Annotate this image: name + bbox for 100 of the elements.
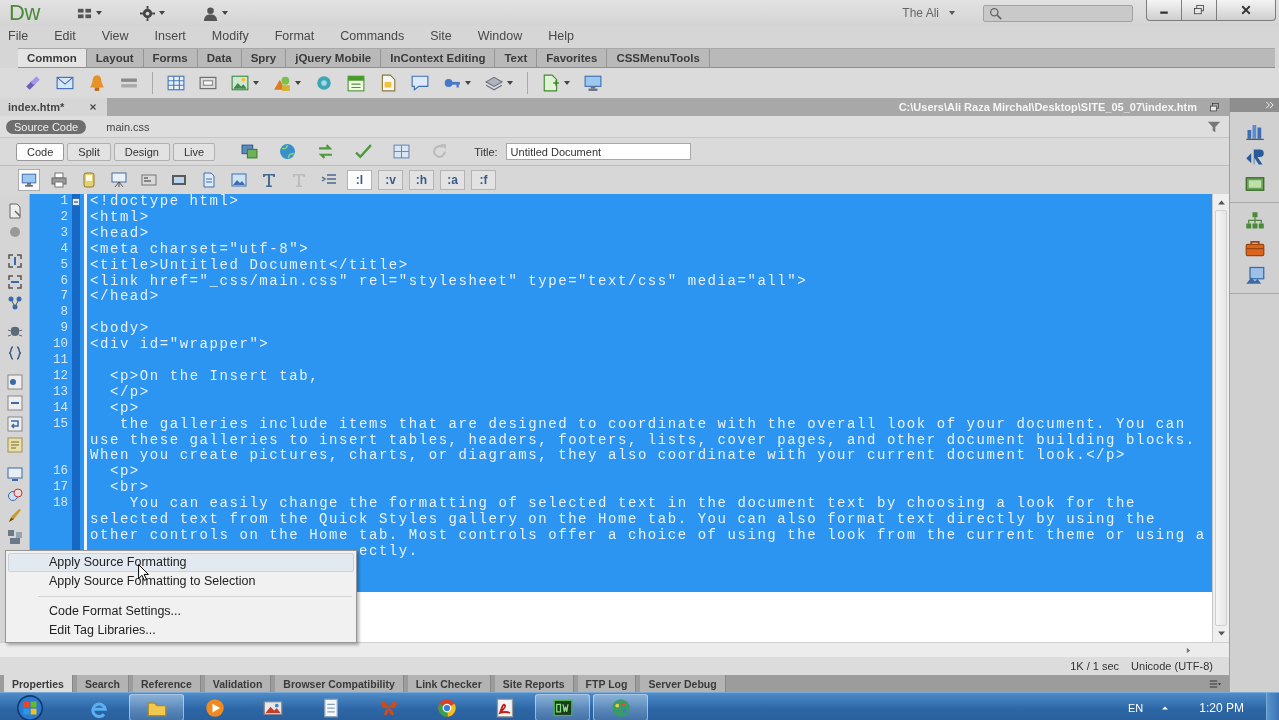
caret-icon[interactable] [564,81,570,85]
search-field[interactable] [983,4,1133,22]
title-field[interactable]: Untitled Document [505,143,691,160]
orb-icon[interactable] [17,694,43,720]
new-document-icon[interactable] [542,74,560,92]
bubbles-icon[interactable] [6,487,23,503]
insert-tab[interactable]: Spry [241,49,287,67]
collapse-icon[interactable] [6,253,23,269]
close-icon[interactable] [1240,4,1252,16]
picture-icon[interactable] [231,172,247,188]
pseudo-class-button[interactable]: :f [471,170,496,190]
close-button[interactable] [1216,0,1276,21]
printer-icon[interactable] [51,172,67,188]
menu-item[interactable]: Code Format Settings... [8,602,354,621]
braces-icon[interactable] [6,345,23,361]
insert-tab[interactable]: Forms [143,49,198,67]
minimize-button[interactable] [1146,0,1182,21]
picture-icon[interactable] [1244,265,1265,285]
table-icon[interactable] [167,74,185,92]
monitor-icon[interactable] [18,169,40,191]
expand-icon[interactable] [6,274,23,290]
view-button[interactable]: Design [113,142,170,161]
menu-item[interactable]: Apply Source Formatting [8,553,354,572]
restore-icon[interactable] [1193,4,1205,16]
bell-icon[interactable] [88,74,106,92]
device-icon[interactable] [81,172,97,188]
menu-item[interactable]: View [101,29,129,43]
palette-icon[interactable] [610,697,631,718]
arrow-letter-icon[interactable] [1244,147,1265,167]
insert-tab[interactable]: CSSMenuTools [607,49,710,67]
disc-icon[interactable] [315,74,333,92]
panel-tab[interactable]: Server Debug [640,675,726,692]
document-tab[interactable]: index.htm* [0,98,107,116]
scroll-right-icon[interactable] [1184,645,1193,655]
document-icon[interactable] [494,697,515,718]
caret-icon[interactable] [949,11,955,15]
panel-tab[interactable]: Search [76,675,129,692]
scroll-up-icon[interactable] [1215,197,1227,208]
nodes-icon[interactable] [6,295,23,311]
bug-icon[interactable] [6,324,23,340]
menu-item[interactable]: Window [477,29,523,43]
taskbar-button[interactable] [535,694,590,720]
arrows-icon[interactable] [317,143,335,160]
checkmark-icon[interactable] [355,143,373,160]
projector-screen-icon[interactable] [111,172,127,188]
pseudo-class-button[interactable]: :v [378,170,403,190]
brush-icon[interactable] [6,508,23,524]
insert-tab[interactable]: Text [495,49,538,67]
uncomment-icon[interactable] [6,395,23,411]
chain-link-icon[interactable] [24,74,42,92]
search-icon[interactable] [989,6,1002,20]
person-icon[interactable] [203,5,218,21]
menu-item[interactable]: Format [274,29,315,43]
insert-tab[interactable]: Favorites [537,49,608,67]
related-file-tab[interactable]: main.css [98,119,158,134]
filter-icon[interactable] [1207,119,1221,134]
briefcase-icon[interactable] [1244,238,1265,258]
close-icon[interactable] [88,102,98,112]
panel-tab[interactable]: Link Checker [407,675,491,692]
panel-tab[interactable]: Site Reports [494,675,574,692]
view-button[interactable]: Live [172,142,216,161]
envelope-icon[interactable] [56,74,74,92]
caret-icon[interactable] [222,11,228,15]
terminal-icon[interactable] [141,172,157,188]
menu-item[interactable]: File [8,29,29,43]
scroll-thumb[interactable] [1215,210,1227,626]
format-icon[interactable] [6,529,23,545]
insert-tab[interactable]: Data [197,49,242,67]
caret-icon[interactable] [159,11,165,15]
related-file-tab[interactable]: Source Code [6,119,87,134]
comment-icon[interactable] [6,374,23,390]
menu-item[interactable]: Commands [340,29,405,43]
document-icon[interactable] [6,203,23,219]
panel-tab[interactable]: Browser Compatibility [275,675,404,692]
grid-icon[interactable] [393,143,411,160]
menu-item[interactable]: Apply Source Formatting to Selection [8,572,354,591]
caret-icon[interactable] [253,81,259,85]
panel-tab[interactable]: Validation [204,675,272,692]
pseudo-class-button[interactable]: :a [440,170,465,190]
caret-icon[interactable] [465,81,471,85]
menu-item[interactable]: Edit Tag Libraries... [8,621,354,640]
caret-icon[interactable] [96,11,102,15]
screens-icon[interactable] [241,143,259,160]
insert-tab[interactable]: jQuery Mobile [286,49,382,67]
pseudo-class-button[interactable]: :l [347,170,372,190]
sitemap-icon[interactable] [1244,211,1265,231]
menu-item[interactable]: Site [430,29,452,43]
view-button[interactable]: Split [67,142,111,161]
show-desktop-button[interactable] [1266,693,1279,720]
image-icon[interactable] [231,74,249,92]
film-icon[interactable] [1244,174,1265,194]
restore-icon[interactable] [1209,101,1220,113]
pseudo-class-button[interactable]: :h [409,170,434,190]
menu-item[interactable]: Modify [211,29,249,43]
wrap-icon[interactable] [6,416,23,432]
gear-icon[interactable] [140,5,155,21]
tv-icon[interactable] [171,172,187,188]
workspace-switcher[interactable]: The Ali [896,4,961,22]
options-icon[interactable] [1209,677,1221,690]
document-icon[interactable] [201,172,217,188]
